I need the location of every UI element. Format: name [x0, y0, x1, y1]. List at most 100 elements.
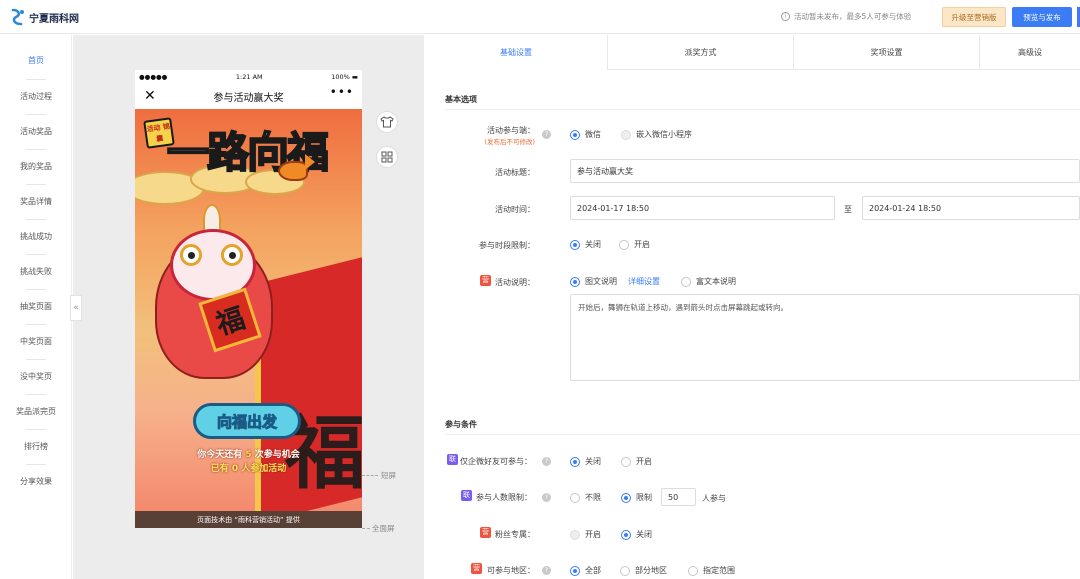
tech-support-footer: 页面技术由 “雨科营销活动” 提供 — [135, 511, 362, 528]
tab-prize-settings[interactable]: 奖项设置 — [794, 35, 980, 70]
phone-preview: ●●●●● 1:21 AM 100% ▬ ✕ 参与活动赢大奖 ••• 福 一路向… — [135, 70, 362, 528]
logo-text: 宁夏雨科网 — [29, 13, 79, 25]
help-icon[interactable]: ? — [542, 130, 551, 139]
tab-basic[interactable]: 基础设置 — [425, 35, 608, 70]
sidebar-item-leaderboard[interactable]: 排行榜 — [0, 441, 72, 452]
sidebar-item-challenge-success[interactable]: 挑战成功 — [0, 231, 72, 242]
logo-icon — [11, 8, 24, 26]
description-textarea[interactable]: 开始后，舞狮在轨道上移动，遇到箭头时点击屏幕跳起或转向。 — [570, 294, 1080, 381]
short-screen-marker: 短屏 — [381, 471, 396, 480]
sidebar-divider — [26, 149, 46, 150]
settings-tabs: 基础设置 派奖方式 奖项设置 高级设 — [425, 35, 1080, 70]
sidebar-item-process[interactable]: 活动过程 — [0, 91, 72, 102]
desc-option-richtext[interactable]: 富文本说明 — [681, 276, 736, 287]
activity-title-input[interactable]: 参与活动赢大奖 — [570, 159, 1080, 183]
period-option-on[interactable]: 开启 — [619, 239, 650, 250]
help-icon[interactable]: ? — [542, 493, 551, 502]
sidebar-divider — [26, 79, 46, 80]
friend-option-on[interactable]: 开启 — [621, 456, 652, 467]
start-button[interactable]: 向福出发 — [193, 403, 301, 439]
desc-option-graphic[interactable]: 图文说明 详细设置 — [570, 276, 660, 287]
region-option-all[interactable]: 全部 — [570, 565, 601, 576]
poster-title: 一路向福 — [166, 127, 330, 178]
count-limit-label: 参与人数限制： — [476, 493, 532, 502]
layout-grid-icon[interactable] — [376, 146, 398, 168]
top-bar: 宁夏雨科网 i 活动暂未发布，最多5人可参与体验 升级至营销版 预览与发布 — [0, 0, 1080, 34]
sidebar-divider — [26, 359, 46, 360]
sidebar-item-win-page[interactable]: 中奖页面 — [0, 336, 72, 347]
sidebar-divider — [26, 114, 46, 115]
entry-option-wechat[interactable]: 微信 — [570, 129, 601, 140]
sidebar-divider — [26, 429, 46, 430]
fans-option-off[interactable]: 关闭 — [621, 529, 652, 540]
title-label: 活动标题： — [495, 168, 535, 177]
section-basic-title: 基本选项 — [445, 95, 477, 104]
friend-only-label: 仅企微好友可参与： — [460, 457, 532, 466]
count-option-unlimited[interactable]: 不限 — [570, 492, 601, 503]
sidebar-divider — [26, 219, 46, 220]
sidebar-divider — [26, 254, 46, 255]
fans-only-label: 粉丝专属： — [495, 530, 535, 539]
upgrade-button[interactable]: 升级至营销版 — [942, 7, 1006, 27]
sidebar-item-prize-detail[interactable]: 奖品详情 — [0, 196, 72, 207]
tab-advanced[interactable]: 高级设 — [980, 35, 1080, 70]
collapse-sidebar-button[interactable]: « — [70, 295, 82, 321]
description-label: 活动说明： — [495, 278, 535, 287]
sidebar-item-home[interactable]: 首页 — [0, 55, 72, 66]
period-option-off[interactable]: 关闭 — [570, 239, 601, 250]
logo[interactable]: 宁夏雨科网 — [10, 8, 79, 26]
sidebar-divider — [26, 394, 46, 395]
full-screen-line — [362, 528, 370, 529]
phone-nav-bar: ✕ 参与活动赢大奖 ••• — [135, 84, 362, 109]
signal-icon: ●●●●● — [139, 73, 168, 81]
phone-nav-title: 参与活动赢大奖 — [213, 93, 284, 104]
sidebar-item-challenge-fail[interactable]: 挑战失败 — [0, 266, 72, 277]
sidebar-item-lose-page[interactable]: 没中奖页 — [0, 371, 72, 382]
status-time: 1:21 AM — [235, 73, 263, 81]
friend-option-off[interactable]: 关闭 — [570, 456, 601, 467]
time-label: 活动时间： — [495, 205, 535, 214]
activity-tips-stamp[interactable]: 活动 锦囊 — [143, 117, 175, 149]
info-icon: i — [781, 12, 790, 21]
sidebar-divider — [26, 464, 46, 465]
entry-sub-note: (发布后不可修改) — [484, 138, 535, 146]
publish-notice: i 活动暂未发布，最多5人可参与体验 — [781, 11, 911, 22]
count-limit-input[interactable]: 50 — [661, 488, 696, 506]
theme-icon[interactable] — [376, 111, 398, 133]
region-label: 可参与地区： — [487, 566, 535, 575]
sidebar-item-share[interactable]: 分享效果 — [0, 476, 72, 487]
detail-settings-link[interactable]: 详细设置 — [628, 276, 660, 287]
settings-form: 基本选项 活动参与端： (发布后不可修改) ? 微信 嵌入微信小程序 活动标题：… — [425, 71, 1080, 579]
entry-label: 活动参与端： (发布后不可修改) — [425, 125, 535, 146]
section-divider — [445, 109, 1080, 110]
preview-publish-button[interactable]: 预览与发布 — [1012, 7, 1072, 27]
entry-option-miniprogram[interactable]: 嵌入微信小程序 — [621, 129, 692, 140]
time-separator: 至 — [844, 205, 852, 214]
phone-status-bar: ●●●●● 1:21 AM 100% ▬ — [135, 70, 362, 84]
region-option-partial[interactable]: 部分地区 — [620, 565, 667, 576]
sidebar-item-my-prizes[interactable]: 我的奖品 — [0, 161, 72, 172]
sidebar-divider — [26, 184, 46, 185]
help-icon[interactable]: ? — [542, 457, 551, 466]
battery-icon: 100% ▬ — [331, 73, 358, 81]
sidebar-item-draw-page[interactable]: 抽奖页面 — [0, 301, 72, 312]
start-time-input[interactable]: 2024-01-17 18:50 — [570, 196, 835, 220]
end-time-input[interactable]: 2024-01-24 18:50 — [862, 196, 1080, 220]
more-icon[interactable]: ••• — [330, 85, 354, 99]
sidebar-item-prizes[interactable]: 活动奖品 — [0, 126, 72, 137]
region-option-range[interactable]: 指定范围 — [688, 565, 735, 576]
help-icon[interactable]: ? — [542, 566, 551, 575]
fans-option-on[interactable]: 开启 — [570, 529, 601, 540]
remaining-chances: 你今天还有 5 次参与机会 — [197, 450, 300, 460]
sidebar: 首页 活动过程 活动奖品 我的奖品 奖品详情 挑战成功 挑战失败 抽奖页面 中奖… — [0, 35, 72, 579]
notice-text: 活动暂未发布，最多5人可参与体验 — [794, 12, 912, 21]
count-option-limit[interactable]: 限制 — [621, 492, 652, 503]
lion-eye — [180, 244, 202, 266]
fish-tail-decoration — [305, 154, 315, 170]
sidebar-item-out-of-prizes[interactable]: 奖品派完页 — [0, 406, 72, 417]
sidebar-divider — [26, 324, 46, 325]
tab-award-method[interactable]: 派奖方式 — [608, 35, 794, 70]
activity-poster[interactable]: 福 一路向福 活动 锦囊 福 向福出发 你今天还有 5 次参与机会 已有 0 人… — [135, 109, 362, 511]
close-icon[interactable]: ✕ — [144, 88, 156, 104]
sidebar-divider — [26, 289, 46, 290]
